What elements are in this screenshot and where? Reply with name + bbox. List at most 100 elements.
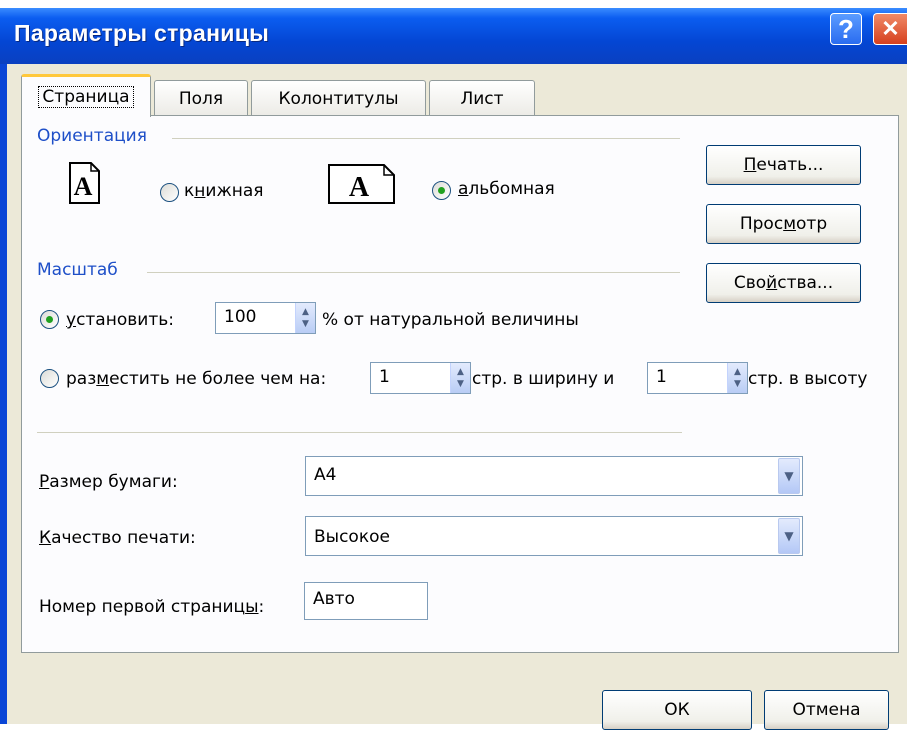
scale-group-label: Масштаб xyxy=(37,260,118,280)
tab-header-footer[interactable]: Колонтитулы xyxy=(251,80,426,116)
landscape-label[interactable]: альбомная xyxy=(458,179,555,199)
chevron-down-icon: ▼ xyxy=(784,529,794,543)
page-setup-dialog: Параметры страницы ? ✕ Страница Поля Кол… xyxy=(0,8,907,730)
spin-up-icon: ▲ xyxy=(457,367,464,377)
portrait-label-post: ижная xyxy=(205,181,264,201)
fit-pages-tall-spin[interactable]: ▲ ▼ xyxy=(727,363,747,393)
dialog-client-area: Страница Поля Колонтитулы Лист Ориентаци… xyxy=(7,64,907,730)
paper-size-value: A4 xyxy=(314,465,337,485)
cancel-button[interactable]: Отмена xyxy=(764,690,889,730)
preview-button-mnemonic: м xyxy=(783,214,797,234)
portrait-radio[interactable] xyxy=(160,183,179,202)
scale-percent-stepper[interactable]: 100 ▲ ▼ xyxy=(215,302,316,334)
print-quality-value: Высокое xyxy=(314,527,390,547)
print-quality-label: Качество печати: xyxy=(39,528,196,548)
spin-up-icon: ▲ xyxy=(734,367,741,377)
first-page-number-input[interactable]: Авто xyxy=(304,582,428,620)
close-button[interactable]: ✕ xyxy=(873,13,907,45)
spin-down-icon: ▼ xyxy=(457,379,464,389)
paper-size-label: Размер бумаги: xyxy=(39,472,178,492)
section-separator xyxy=(37,432,682,433)
first-page-number-value: Авто xyxy=(313,589,355,609)
ok-button[interactable]: ОК xyxy=(602,690,752,730)
spin-down-icon: ▼ xyxy=(302,319,309,329)
scale-set-label-post: становить: xyxy=(76,310,174,330)
scale-fit-radio[interactable] xyxy=(40,369,59,388)
tab-margins[interactable]: Поля xyxy=(154,80,248,116)
scale-separator xyxy=(147,272,680,273)
paper-size-label-mnemonic: Р xyxy=(39,472,50,492)
portrait-label[interactable]: книжная xyxy=(184,181,264,201)
properties-button[interactable]: Свойства... xyxy=(706,263,861,303)
cancel-button-label: Отмена xyxy=(792,700,861,720)
scale-set-radio[interactable] xyxy=(40,310,59,329)
paper-size-label-post: азмер бумаги: xyxy=(49,472,178,492)
scale-fit-label-mnemonic: м xyxy=(96,369,110,389)
tab-page[interactable]: Страница xyxy=(21,74,151,117)
print-button-post: ечать... xyxy=(756,155,824,175)
paper-size-dropdown-button[interactable]: ▼ xyxy=(778,458,800,494)
portrait-label-mnemonic: н xyxy=(194,181,206,201)
preview-button-pre: Прос xyxy=(739,214,784,234)
scale-fit-label-post: естить не более чем на: xyxy=(109,369,327,389)
print-button-label: Печать... xyxy=(744,155,824,175)
help-icon: ? xyxy=(838,13,854,44)
first-page-label-pre: Номер первой страниц xyxy=(39,597,246,617)
fit-wide-suffix: стр. в ширину и xyxy=(472,369,615,389)
fit-pages-wide-stepper[interactable]: 1 ▲ ▼ xyxy=(370,362,471,394)
landscape-page-icon: A xyxy=(328,164,395,204)
scale-set-label[interactable]: установить: xyxy=(66,310,174,330)
print-quality-select[interactable]: Высокое ▼ xyxy=(305,516,803,556)
spin-down-icon: ▼ xyxy=(734,379,741,389)
orientation-group-label: Ориентация xyxy=(37,126,147,146)
fit-tall-suffix: стр. в высоту xyxy=(748,369,868,389)
preview-button-label: Просмотр xyxy=(740,214,827,234)
orientation-separator xyxy=(172,138,680,139)
title-bar[interactable]: Параметры страницы ? ✕ xyxy=(0,8,907,64)
tab-sheet-label: Лист xyxy=(460,88,504,109)
scale-set-label-mnemonic: у xyxy=(66,310,77,330)
tab-header-footer-label: Колонтитулы xyxy=(278,88,399,109)
tab-sheet[interactable]: Лист xyxy=(429,80,535,116)
ok-button-label: ОК xyxy=(664,700,690,720)
scale-percent-spin[interactable]: ▲ ▼ xyxy=(295,303,315,333)
properties-button-pre: Сво xyxy=(733,273,767,293)
fit-pages-tall-value: 1 xyxy=(656,367,667,387)
tab-panel-page: Ориентация A книжная A альбомная Масштаб xyxy=(21,115,899,653)
fit-pages-wide-value: 1 xyxy=(379,367,390,387)
landscape-icon-letter: A xyxy=(349,172,370,203)
print-button[interactable]: Печать... xyxy=(706,145,861,185)
first-page-number-label: Номер первой страницы: xyxy=(39,597,264,617)
scale-fit-label-pre: раз xyxy=(66,369,97,389)
first-page-label-post: : xyxy=(258,597,265,617)
print-button-mnemonic: П xyxy=(743,155,757,175)
tab-margins-label: Поля xyxy=(178,88,224,109)
landscape-radio[interactable] xyxy=(432,181,451,200)
scale-set-suffix: % от натуральной величины xyxy=(322,310,579,330)
portrait-page-icon: A xyxy=(69,162,100,204)
chevron-down-icon: ▼ xyxy=(784,469,794,483)
help-button[interactable]: ? xyxy=(830,13,862,45)
fit-pages-wide-spin[interactable]: ▲ ▼ xyxy=(450,363,470,393)
scale-percent-value: 100 xyxy=(224,307,257,327)
preview-button[interactable]: Просмотр xyxy=(706,204,861,244)
spin-up-icon: ▲ xyxy=(302,307,309,317)
properties-button-label: Свойства... xyxy=(734,273,833,293)
portrait-icon-letter: A xyxy=(74,172,93,201)
dialog-title: Параметры страницы xyxy=(14,20,270,46)
scale-fit-label[interactable]: разместить не более чем на: xyxy=(66,369,326,389)
portrait-label-pre: к xyxy=(184,181,195,201)
tab-page-label: Страница xyxy=(38,86,134,108)
properties-button-post: ства... xyxy=(777,273,834,293)
close-icon: ✕ xyxy=(881,16,900,41)
properties-button-mnemonic: й xyxy=(766,273,778,293)
landscape-label-post: льбомная xyxy=(468,179,555,199)
print-quality-label-mnemonic: К xyxy=(39,528,52,548)
paper-size-select[interactable]: A4 ▼ xyxy=(305,456,803,496)
print-quality-dropdown-button[interactable]: ▼ xyxy=(778,518,800,554)
preview-button-post: отр xyxy=(796,214,828,234)
print-quality-label-post: ачество печати: xyxy=(51,528,196,548)
landscape-label-mnemonic: а xyxy=(458,179,469,199)
fit-pages-tall-stepper[interactable]: 1 ▲ ▼ xyxy=(647,362,748,394)
first-page-label-mnemonic: ы xyxy=(245,597,259,617)
